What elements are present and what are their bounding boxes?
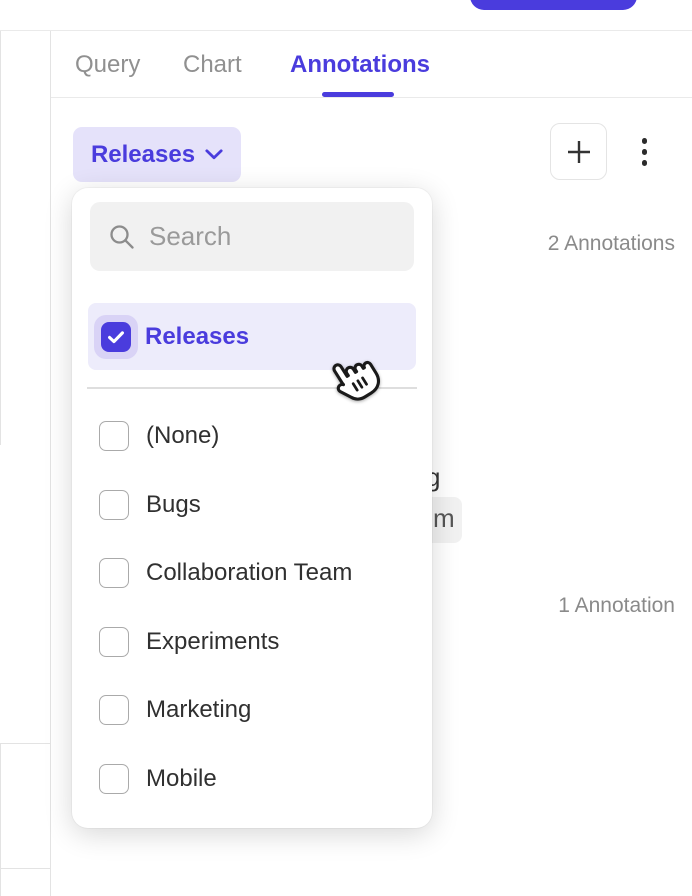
option-label: Bugs <box>146 491 201 519</box>
checkbox-unchecked[interactable] <box>99 421 129 451</box>
option-label: Experiments <box>146 628 279 656</box>
checkbox-unchecked[interactable] <box>99 627 129 657</box>
annotation-count-badge: 2 Annotations <box>548 232 675 256</box>
checkbox-unchecked[interactable] <box>99 558 129 588</box>
tab-annotations[interactable]: Annotations <box>290 50 430 80</box>
search-icon <box>108 223 136 251</box>
primary-cta-button[interactable] <box>470 0 637 10</box>
tab-query[interactable]: Query <box>75 50 140 80</box>
option-bugs[interactable]: Bugs <box>72 471 432 539</box>
option-label: Marketing <box>146 696 251 724</box>
option-label: Releases <box>145 323 249 351</box>
option-mobile[interactable]: Mobile <box>72 745 432 813</box>
plus-icon <box>564 137 594 167</box>
category-filter-popover: Releases (None) Bugs Collaboration Team … <box>72 188 432 828</box>
option-experiments[interactable]: Experiments <box>72 608 432 676</box>
option-label: Mobile <box>146 765 217 793</box>
annotation-category-filter-dropdown[interactable]: Releases <box>73 127 241 182</box>
page-left-border <box>0 31 1 445</box>
tabbar-divider <box>51 97 692 98</box>
page-left-border <box>0 743 1 896</box>
chevron-down-icon <box>205 149 223 160</box>
option-collaboration-team[interactable]: Collaboration Team <box>72 539 432 607</box>
sidebar-row-divider <box>0 743 50 744</box>
add-annotation-button[interactable] <box>550 123 607 180</box>
option-label: (None) <box>146 422 219 450</box>
checkbox-unchecked[interactable] <box>99 490 129 520</box>
checkbox-unchecked[interactable] <box>99 695 129 725</box>
topbar-divider <box>0 30 692 31</box>
tab-chart[interactable]: Chart <box>183 50 242 80</box>
more-options-button[interactable] <box>632 128 657 176</box>
search-box[interactable] <box>90 202 414 271</box>
sidebar-edge <box>50 31 51 896</box>
checkbox-checked[interactable] <box>101 322 131 352</box>
annotation-count-badge: 1 Annotation <box>558 594 675 618</box>
search-input[interactable] <box>149 221 396 252</box>
checkmark-icon <box>105 326 127 348</box>
kebab-dot-icon <box>642 160 648 166</box>
option-marketing[interactable]: Marketing <box>72 676 432 744</box>
checkbox-focus-ring <box>94 315 138 359</box>
kebab-dot-icon <box>642 138 648 144</box>
filter-chip-label: Releases <box>91 141 195 169</box>
kebab-dot-icon <box>642 149 648 155</box>
sidebar-row-divider <box>0 868 50 869</box>
dropdown-divider <box>87 387 417 389</box>
option-none[interactable]: (None) <box>72 402 432 470</box>
checkbox-unchecked[interactable] <box>99 764 129 794</box>
option-label: Collaboration Team <box>146 559 352 587</box>
option-releases[interactable]: Releases <box>88 303 416 370</box>
occluded-text-fragment: m <box>433 503 455 534</box>
